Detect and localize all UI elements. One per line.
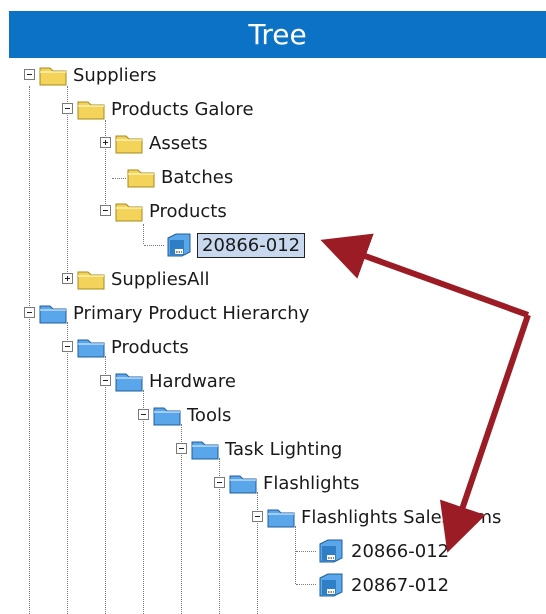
tree-node-task-lighting[interactable]: Task Lighting	[176, 435, 342, 463]
tree-connector	[112, 178, 126, 179]
tree-node-suppliers[interactable]: Suppliers	[24, 61, 157, 89]
expand-toggle[interactable]	[62, 273, 73, 284]
node-label: Tools	[187, 404, 232, 426]
tree-connector	[296, 584, 316, 585]
node-label: Primary Product Hierarchy	[73, 302, 310, 324]
product-item-icon	[319, 539, 343, 563]
collapse-toggle[interactable]	[62, 341, 73, 352]
folder-yellow-icon	[127, 169, 155, 188]
tree-node-item-20866-012-selected[interactable]: 20866-012	[164, 231, 306, 259]
tree-node-item-20867-012[interactable]: 20867-012	[316, 571, 449, 599]
node-label: 20866-012	[351, 540, 450, 562]
tree-connector	[296, 551, 316, 552]
collapse-toggle[interactable]	[176, 443, 187, 454]
tree-connector	[143, 224, 144, 244]
tree-node-batches[interactable]: Batches	[126, 163, 233, 191]
folder-blue-icon	[267, 509, 295, 528]
collapse-toggle[interactable]	[24, 307, 35, 318]
folder-blue-icon	[77, 339, 105, 358]
tree-node-products-yellow[interactable]: Products	[100, 197, 227, 225]
product-item-icon	[319, 573, 343, 597]
folder-blue-icon	[153, 407, 181, 426]
collapse-toggle[interactable]	[100, 375, 111, 386]
tree-node-suppliesall[interactable]: SuppliesAll	[62, 265, 209, 293]
collapse-toggle[interactable]	[138, 409, 149, 420]
node-label: Suppliers	[73, 64, 157, 86]
folder-blue-icon	[191, 441, 219, 460]
tree-connector	[144, 245, 164, 246]
tree-connector	[67, 322, 68, 614]
folder-yellow-icon	[115, 203, 143, 222]
folder-yellow-icon	[115, 135, 143, 154]
tree-node-tools[interactable]: Tools	[138, 401, 231, 429]
node-label: Flashlights	[263, 472, 360, 494]
collapse-toggle[interactable]	[214, 477, 225, 488]
node-label: Flashlights SalesItems	[301, 506, 502, 528]
tree-node-products-blue[interactable]: Products	[62, 333, 189, 361]
node-label: Products	[111, 336, 189, 358]
tree-node-flashlights-salesitems[interactable]: Flashlights SalesItems	[252, 503, 501, 531]
node-label: Batches	[161, 166, 234, 188]
folder-yellow-icon	[77, 101, 105, 120]
tree-node-flashlights[interactable]: Flashlights	[214, 469, 359, 497]
node-label: 20867-012	[351, 574, 450, 596]
product-item-icon	[167, 233, 191, 257]
tree-connector	[29, 86, 30, 614]
node-label: Task Lighting	[225, 438, 343, 460]
tree-connector	[295, 526, 296, 584]
folder-blue-icon	[39, 305, 67, 324]
tree-view: Suppliers Products Galore Assets Batches	[0, 0, 546, 614]
node-label: Products	[149, 200, 227, 222]
tree-node-primary-product-hierarchy[interactable]: Primary Product Hierarchy	[24, 299, 309, 327]
collapse-toggle[interactable]	[24, 69, 35, 80]
folder-yellow-icon	[39, 67, 67, 86]
folder-yellow-icon	[77, 271, 105, 290]
node-label: Hardware	[149, 370, 236, 392]
node-label: 20866-012	[197, 232, 306, 258]
folder-blue-icon	[229, 475, 257, 494]
tree-node-assets[interactable]: Assets	[100, 129, 208, 157]
collapse-toggle[interactable]	[62, 103, 73, 114]
node-label: Assets	[149, 132, 208, 154]
node-label: Products Galore	[111, 98, 254, 120]
tree-node-hardware[interactable]: Hardware	[100, 367, 236, 395]
node-label: SuppliesAll	[111, 268, 210, 290]
tree-node-item-20866-012[interactable]: 20866-012	[316, 537, 449, 565]
tree-node-products-galore[interactable]: Products Galore	[62, 95, 254, 123]
folder-blue-icon	[115, 373, 143, 392]
expand-toggle[interactable]	[100, 137, 111, 148]
collapse-toggle[interactable]	[100, 205, 111, 216]
collapse-toggle[interactable]	[252, 511, 263, 522]
